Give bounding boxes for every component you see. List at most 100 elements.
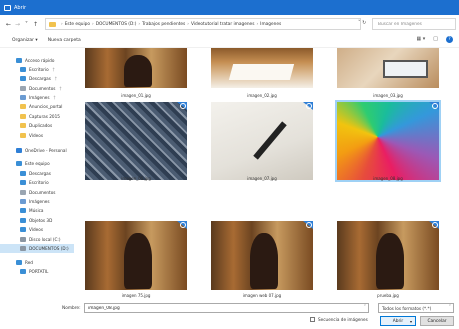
cancel-button[interactable]: Cancelar [420, 316, 454, 326]
open-options-chevron-icon[interactable]: ▾ [407, 316, 416, 326]
file-name-caption[interactable]: imagen_05.jpg [85, 176, 187, 181]
chevron-down-icon[interactable]: ˅ [449, 305, 451, 310]
sidebar-item-label: Imágenes [29, 95, 50, 100]
file-name-caption[interactable]: imagen_07.jpg [211, 176, 313, 181]
file-name-caption[interactable]: imagen_01.jpg [85, 93, 187, 98]
file-name-caption[interactable]: imagen_08.jpg [337, 176, 439, 181]
new-folder-button[interactable]: Nueva carpeta [48, 38, 81, 43]
sidebar-item[interactable]: Imágenes [0, 197, 50, 206]
sidebar-item[interactable]: Música [0, 206, 43, 215]
sidebar-item[interactable]: Capturas 2015 [0, 112, 60, 121]
file-name-caption[interactable]: imagen_02.jpg [211, 93, 313, 98]
breadcrumb-separator-icon[interactable]: › [138, 22, 140, 27]
sidebar-item-label: Disco local (C:) [29, 237, 61, 242]
download-icon [20, 76, 26, 81]
folder-icon [20, 114, 26, 119]
dialog-footer: Nombre: ˅ Todos los formatos (*.*) ˅ Sec… [0, 298, 459, 329]
breadcrumb-item[interactable]: Trabajos pendientes [142, 22, 185, 27]
sync-status-icon [301, 221, 313, 231]
search-box[interactable] [372, 18, 456, 30]
file-thumbnail[interactable] [85, 48, 187, 88]
sidebar-item[interactable]: Acceso rápido [0, 56, 54, 65]
cloud-icon [16, 148, 22, 153]
preview-pane-icon[interactable]: □ [433, 36, 438, 43]
refresh-icon[interactable]: ˅ ↻ [358, 20, 366, 26]
sidebar-item[interactable]: Red [0, 258, 33, 267]
file-name-input[interactable] [88, 305, 348, 311]
help-icon[interactable]: ? [446, 36, 453, 43]
address-row: ← → ˅ ↑ › Este equipo › DOCUMENTOS (D:) › Tra… [0, 15, 459, 33]
up-arrow-icon[interactable]: ↑ [31, 21, 40, 28]
file-thumbnail[interactable] [211, 48, 313, 88]
back-arrow-icon[interactable]: ← [4, 21, 13, 28]
sidebar-item-label: Red [25, 260, 33, 265]
sidebar-item[interactable]: Vídeos [0, 225, 43, 234]
sidebar-item[interactable]: Escritorio † [0, 65, 55, 74]
download-icon [20, 171, 26, 176]
image-preview [85, 48, 187, 88]
sync-status-icon [427, 221, 439, 231]
file-thumbnail[interactable] [337, 221, 439, 290]
file-thumbnail[interactable] [337, 48, 439, 88]
file-name-caption[interactable]: imagen_03.jpg [337, 93, 439, 98]
sidebar-item-label: Descargas [29, 76, 51, 81]
sidebar-item[interactable]: PORTATIL [0, 267, 48, 276]
desktop-icon [20, 180, 26, 185]
sidebar-item[interactable]: Escritorio [0, 178, 49, 187]
sidebar-item[interactable]: Imágenes † [0, 93, 56, 102]
breadcrumb-item[interactable]: Videotutorial tratar imagenes [191, 22, 254, 27]
sidebar-item[interactable]: Vídeos [0, 131, 43, 140]
sidebar-item[interactable]: Disco local (C:) [0, 235, 60, 244]
search-input[interactable] [378, 21, 448, 27]
image-sequence-checkbox[interactable] [310, 317, 315, 322]
sync-status-icon [175, 221, 187, 231]
image-preview [211, 102, 313, 180]
sidebar-item[interactable]: Objetos 3D [0, 216, 52, 225]
sidebar-item[interactable]: Documentos † [0, 84, 61, 93]
file-type-select[interactable]: Todos los formatos (*.*) ˅ [378, 303, 454, 313]
file-thumbnail[interactable] [211, 221, 313, 290]
document-icon [20, 190, 26, 195]
drive-icon [20, 237, 26, 242]
breadcrumb-separator-icon[interactable]: › [61, 22, 63, 27]
title-bar: Abrir [0, 0, 459, 15]
recent-locations-chevron-icon[interactable]: ˅ [22, 21, 31, 28]
sidebar-item-label: PORTATIL [29, 269, 49, 274]
breadcrumb-separator-icon[interactable]: › [256, 22, 258, 27]
pin-icon: † [52, 67, 55, 72]
image-sequence-option[interactable]: Secuencia de imágenes [310, 317, 368, 322]
file-thumbnail[interactable] [85, 102, 187, 180]
breadcrumb-item[interactable]: Este equipo [65, 22, 90, 27]
navigation-pane: Acceso rápido Escritorio † Descargas † Docume… [0, 48, 78, 298]
image-preview [211, 48, 313, 88]
sidebar-item[interactable]: Descargas [0, 169, 51, 178]
address-bar[interactable]: › Este equipo › DOCUMENTOS (D:) › Trabajos pe… [45, 18, 361, 30]
sidebar-item[interactable]: Duplicados [0, 121, 52, 130]
organize-button[interactable]: Organizar ▾ [12, 38, 38, 43]
sidebar-item[interactable]: Descargas † [0, 74, 57, 83]
sync-status-icon [301, 102, 313, 112]
sidebar-item[interactable]: Documentos [0, 188, 55, 197]
sidebar-item[interactable]: Anuncios_portal [0, 102, 62, 111]
breadcrumb-separator-icon[interactable]: › [92, 22, 94, 27]
file-thumbnail[interactable] [335, 100, 441, 182]
breadcrumb-item[interactable]: Imagenes [260, 22, 281, 27]
sidebar-item-label: Vídeos [29, 227, 44, 232]
image-preview [337, 48, 439, 88]
command-bar: Organizar ▾ Nueva carpeta ▦ ▾ □ ? [0, 33, 459, 48]
forward-arrow-icon[interactable]: → [13, 21, 22, 28]
file-thumbnail[interactable] [211, 102, 313, 180]
file-name-combobox[interactable]: ˅ [84, 303, 369, 313]
sidebar-item-label: Imágenes [29, 199, 50, 204]
star-icon [16, 58, 22, 63]
chevron-down-icon[interactable]: ˅ [364, 305, 366, 310]
sidebar-item[interactable]: OneDrive - Personal [0, 146, 67, 155]
sidebar-item-label: Escritorio [29, 180, 49, 185]
sidebar-item[interactable]: DOCUMENTOS (D:) [0, 244, 74, 253]
view-options-icon[interactable]: ▦ ▾ [416, 36, 425, 43]
breadcrumb-item[interactable]: DOCUMENTOS (D:) [96, 22, 137, 27]
computer-icon [16, 161, 22, 166]
sidebar-item[interactable]: Este equipo [0, 159, 50, 168]
breadcrumb-separator-icon[interactable]: › [187, 22, 189, 27]
file-thumbnail[interactable] [85, 221, 187, 290]
